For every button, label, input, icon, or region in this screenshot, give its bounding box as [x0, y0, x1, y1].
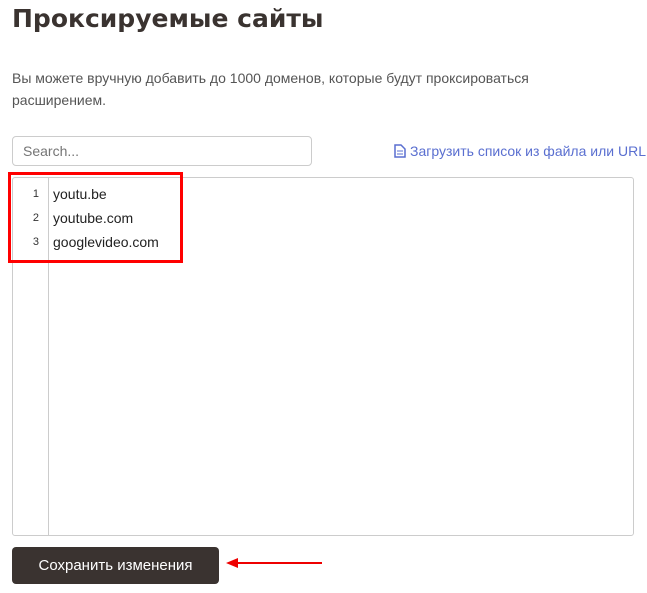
page-title: Проксируемые сайты	[12, 4, 324, 33]
save-button[interactable]: Сохранить изменения	[12, 547, 219, 584]
arrow-annotation-icon	[226, 558, 322, 568]
highlight-box	[8, 172, 183, 263]
file-icon	[394, 144, 406, 158]
upload-label: Загрузить список из файла или URL	[410, 143, 646, 159]
description: Вы можете вручную добавить до 1000 домен…	[12, 70, 529, 108]
search-input[interactable]	[12, 136, 312, 166]
upload-list-link[interactable]: Загрузить список из файла или URL	[394, 143, 646, 159]
